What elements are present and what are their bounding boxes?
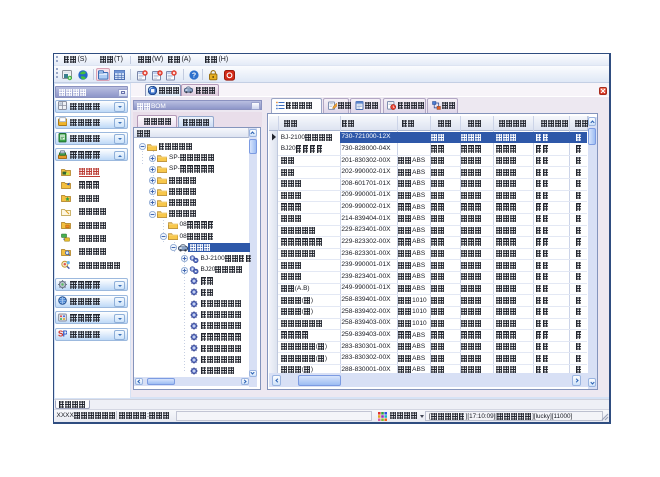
- svg-text:?: ?: [191, 73, 195, 80]
- svg-text:P: P: [62, 330, 67, 339]
